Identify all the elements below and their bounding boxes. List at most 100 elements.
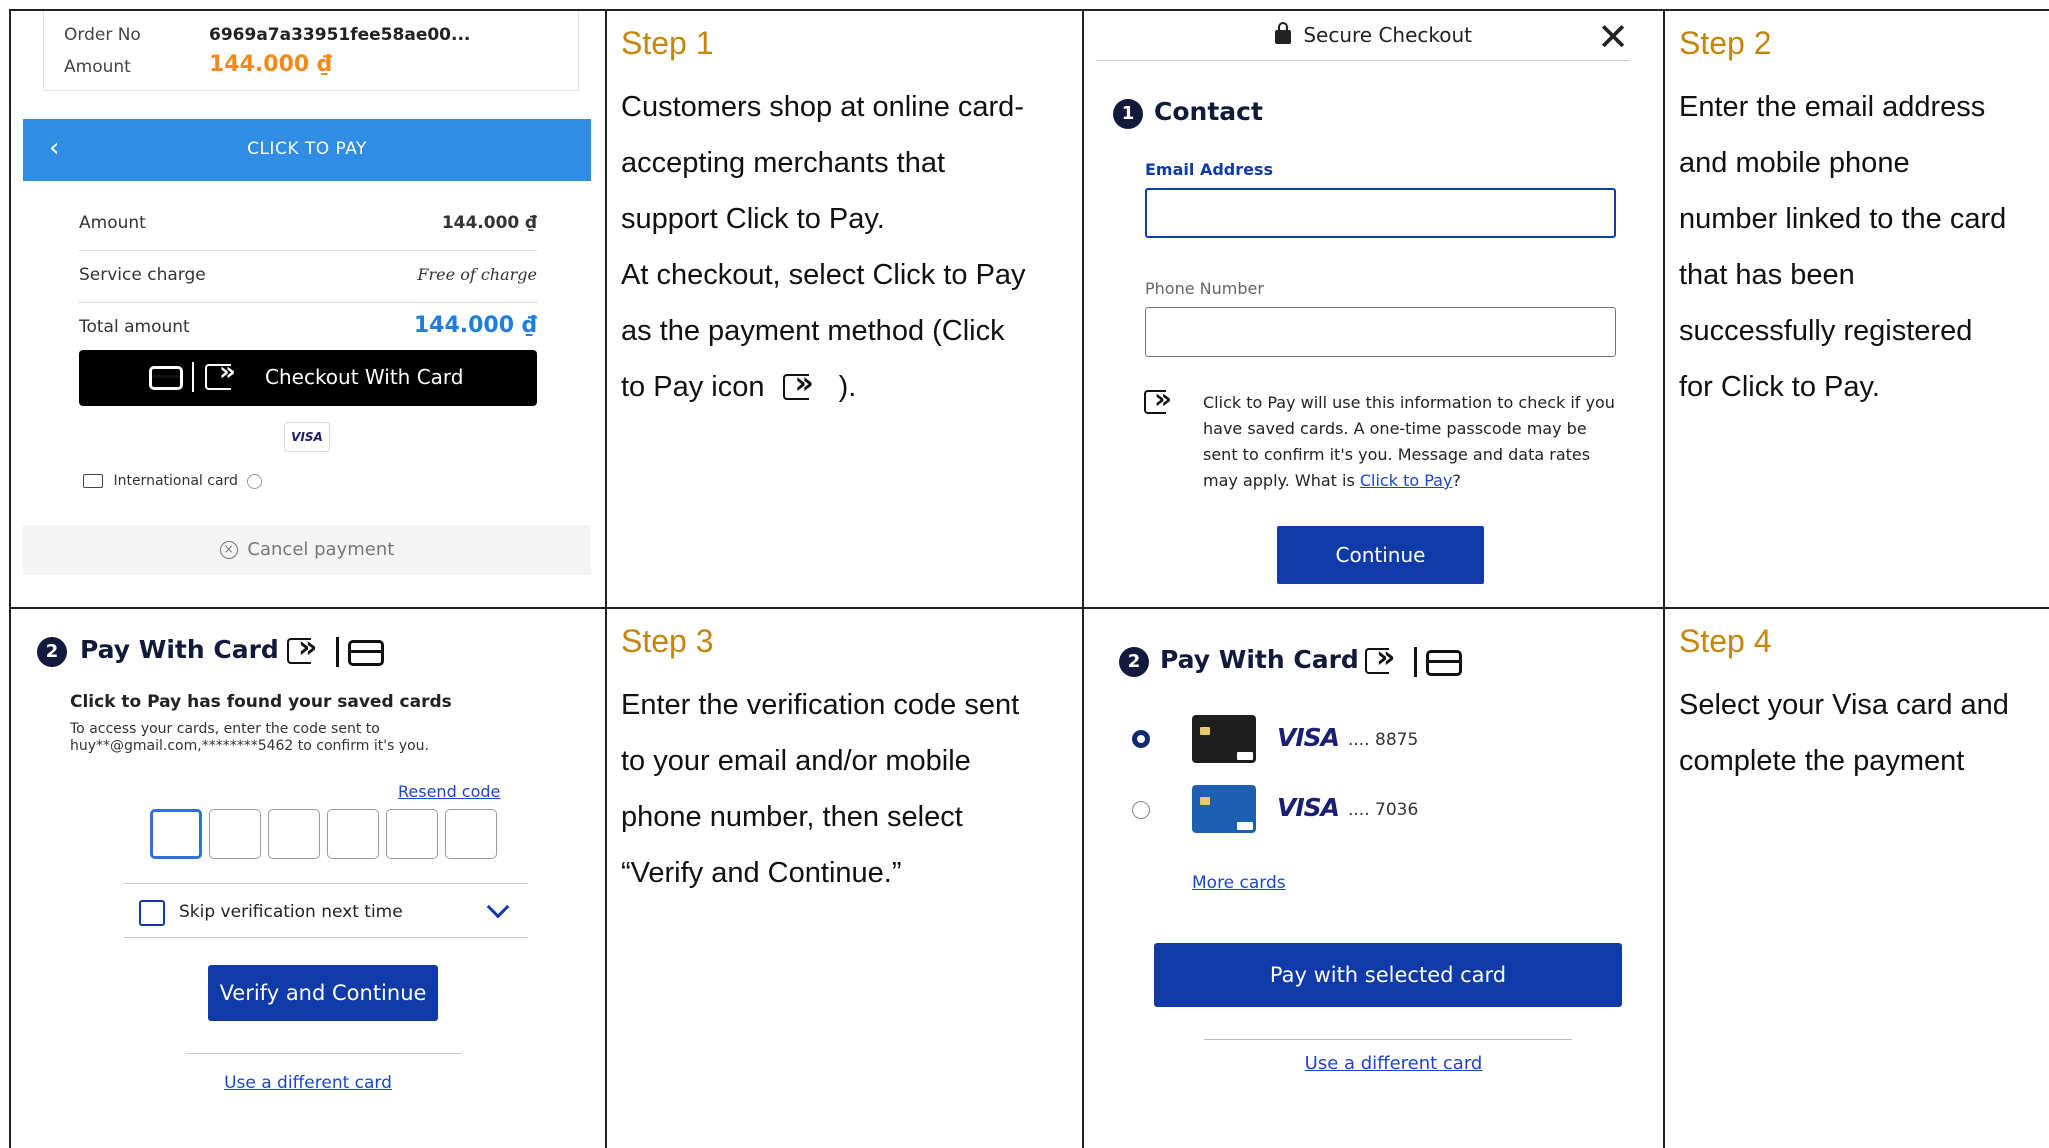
divider (124, 883, 528, 884)
chevrons-icon: » (219, 357, 236, 387)
text-line: Enter the email address (1679, 91, 1986, 123)
international-card-label: International card (113, 473, 238, 489)
click-to-pay-header: ‹ CLICK TO PAY (23, 119, 591, 181)
continue-button[interactable]: Continue (1277, 526, 1484, 584)
cancel-payment-button[interactable]: × Cancel payment (23, 525, 591, 575)
click-to-pay-link[interactable]: Click to Pay (1360, 471, 1453, 490)
verify-and-continue-button[interactable]: Verify and Continue (208, 965, 438, 1021)
use-different-card-link[interactable]: Use a different card (1084, 1053, 1663, 1074)
text-line: Customers shop at online card- (621, 91, 1024, 123)
text-line: At checkout, select Click to Pay (621, 259, 1026, 291)
click-to-pay-icon: » (1365, 643, 1405, 676)
cancel-label: Cancel payment (247, 539, 395, 560)
use-different-card-label: Use a different card (1304, 1053, 1483, 1074)
text-line: accepting merchants that (621, 147, 946, 179)
chevron-down-icon[interactable] (486, 895, 510, 919)
service-charge-row: Service charge Free of charge (79, 251, 537, 303)
text-line: successfully registered (1679, 315, 1973, 347)
step3-cell: Step 3 Enter the verification code sent … (607, 609, 1084, 1148)
verify-panel: 2 Pay With Card » Click to Pay has found… (11, 609, 607, 1148)
pay-with-card-heading: Pay With Card (1160, 645, 1359, 674)
phone-label: Phone Number (1145, 279, 1264, 298)
divider (186, 1053, 461, 1054)
step-number-badge: 2 (1119, 647, 1149, 677)
step4-cell: Step 4 Select your Visa card and complet… (1665, 609, 2049, 1148)
checkout-with-card-button[interactable]: » Checkout With Card (79, 350, 537, 406)
checkout-panel: Order No 6969a7a33951fee58ae00... Amount… (11, 11, 607, 609)
row-value: Free of charge (417, 265, 537, 284)
card-last4: .... 8875 (1348, 730, 1419, 750)
click-to-pay-icon: » (287, 633, 327, 666)
code-digit-input[interactable] (268, 809, 320, 859)
code-digit-input[interactable] (386, 809, 438, 859)
step-title: Step 2 (1679, 25, 1772, 61)
amount-label: Amount (64, 57, 131, 77)
step-description: Enter the verification code sent to your… (621, 677, 1019, 901)
text-line: Select your Visa card and (1679, 689, 2009, 721)
amount-value: 144.000 ₫ (209, 52, 333, 77)
pay-with-card-heading: Pay With Card (80, 635, 279, 664)
row-label: Total amount (79, 317, 190, 337)
instruction-line: huy**@gmail.com,********5462 to confirm … (70, 738, 429, 754)
divider (336, 637, 339, 667)
resend-code-link[interactable]: Resend code (398, 782, 500, 801)
click-to-pay-note: Click to Pay will use this information t… (1203, 390, 1623, 494)
order-no-value: 6969a7a33951fee58ae00... (209, 25, 471, 45)
checkout-label: Checkout With Card (265, 365, 464, 389)
more-cards-link[interactable]: More cards (1192, 873, 1286, 893)
step-description: Customers shop at online card- accepting… (621, 79, 1026, 415)
step2-cell: Step 2 Enter the email address and mobil… (1665, 11, 2049, 609)
text-line: phone number, then select (621, 801, 963, 833)
total-row: Total amount 144.000 ₫ (79, 303, 537, 355)
divider (1096, 60, 1630, 61)
contact-heading: Contact (1154, 97, 1263, 126)
card-image (1192, 715, 1256, 763)
skip-verification-label: Skip verification next time (179, 902, 403, 922)
order-no-label: Order No (64, 25, 141, 45)
pay-with-selected-card-button[interactable]: Pay with selected card (1154, 943, 1622, 1007)
step-title: Step 3 (621, 623, 714, 659)
text-line: for Click to Pay. (1679, 371, 1880, 403)
text-line: as the payment method (Click (621, 315, 1005, 347)
visa-logo: VISA (1277, 723, 1340, 752)
card-radio[interactable] (1132, 801, 1150, 819)
code-digit-input[interactable] (209, 809, 261, 859)
international-card[interactable]: International card (83, 473, 263, 489)
step-grid: Order No 6969a7a33951fee58ae00... Amount… (9, 9, 2049, 1148)
text-fragment: to Pay icon (621, 371, 765, 403)
text-line: number linked to the card (1679, 203, 2007, 235)
secure-checkout-title: Secure Checkout (1303, 23, 1473, 47)
instruction-line: To access your cards, enter the code sen… (70, 721, 380, 737)
visa-badge: VISA (284, 422, 330, 452)
text-line: that has been (1679, 259, 1855, 291)
use-different-card-link[interactable]: Use a different card (11, 1073, 605, 1093)
row-value: 144.000 ₫ (441, 213, 537, 233)
step-description: Select your Visa card and complete the p… (1679, 677, 2009, 789)
skip-verification-checkbox[interactable] (139, 900, 165, 926)
code-digit-input[interactable] (150, 809, 202, 859)
step-title: Step 4 (1679, 623, 1772, 659)
card-image (1192, 785, 1256, 833)
code-instructions: To access your cards, enter the code sen… (70, 721, 429, 755)
step-description: Enter the email address and mobile phone… (1679, 79, 2006, 415)
click-to-pay-icon: » (1144, 385, 1184, 416)
visa-logo: VISA (1277, 793, 1340, 822)
email-field[interactable] (1145, 188, 1616, 238)
phone-field[interactable] (1145, 307, 1616, 357)
card-last4: .... 7036 (1348, 800, 1419, 820)
row-label: Service charge (79, 265, 206, 285)
card-radio-selected[interactable] (1132, 730, 1150, 748)
text-fragment: ). (838, 371, 857, 403)
code-digit-input[interactable] (327, 809, 379, 859)
email-label: Email Address (1145, 160, 1274, 179)
step-number-badge: 1 (1113, 99, 1143, 129)
text-line: “Verify and Continue.” (621, 857, 902, 889)
click-to-pay-icon: » (782, 369, 827, 402)
contact-panel: Secure Checkout ✕ 1 Contact Email Addres… (1084, 11, 1665, 609)
divider (1204, 1039, 1572, 1040)
wallet-icon (83, 474, 103, 488)
code-digit-input[interactable] (445, 809, 497, 859)
close-icon[interactable]: ✕ (1597, 15, 1629, 59)
step-number-badge: 2 (37, 637, 67, 667)
lock-icon (1274, 21, 1291, 44)
